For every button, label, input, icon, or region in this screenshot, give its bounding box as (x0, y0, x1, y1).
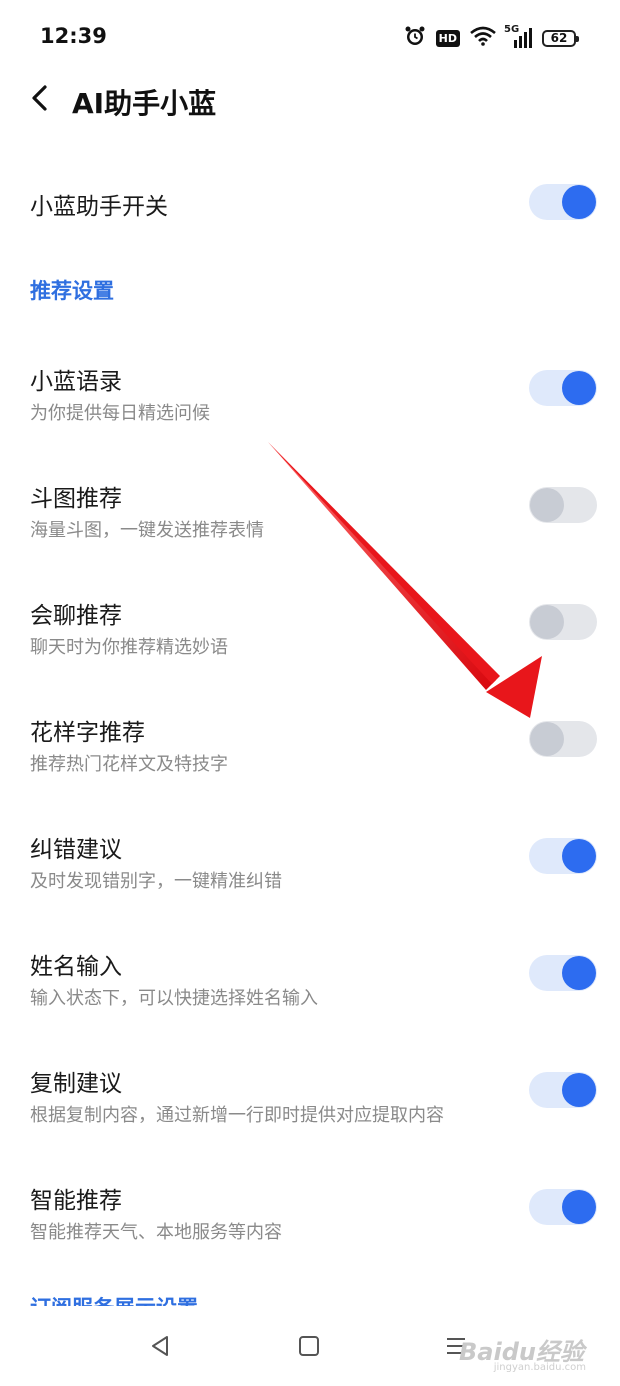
setting-title: 姓名输入 (30, 954, 122, 980)
setting-subtitle: 海量斗图，一键发送推荐表情 (30, 520, 264, 541)
setting-title: 斗图推荐 (30, 486, 122, 512)
setting-subtitle: 推荐热门花样文及特技字 (30, 754, 228, 775)
setting-title: 小蓝语录 (30, 369, 122, 395)
setting-title: 复制建议 (30, 1071, 122, 1097)
chevron-left-icon (30, 84, 50, 116)
toggle-knob (562, 185, 596, 219)
master-toggle-label: 小蓝助手开关 (30, 194, 168, 220)
back-button[interactable] (20, 80, 60, 120)
setting-row[interactable]: 纠错建议 及时发现错别字，一键精准纠错 (0, 820, 620, 900)
section-header-subscription: 订阅服务展示设置 (30, 1292, 198, 1306)
system-nav-bar: Baidu经验 jingyan.baidu.com (0, 1310, 620, 1386)
toggle-knob (530, 605, 564, 639)
setting-title: 会聊推荐 (30, 603, 122, 629)
status-bar: 12:39 HD 5G 62 (0, 0, 620, 76)
toggle-knob (530, 722, 564, 756)
section-header-recommend: 推荐设置 (30, 279, 114, 303)
page-title: AI助手小蓝 (72, 87, 217, 120)
toggle-knob (530, 488, 564, 522)
setting-toggle-switch[interactable] (529, 604, 597, 640)
title-bar: AI助手小蓝 (0, 76, 620, 126)
setting-title: 纠错建议 (30, 837, 122, 863)
setting-subtitle: 及时发现错别字，一键精准纠错 (30, 871, 282, 892)
setting-subtitle: 输入状态下，可以快捷选择姓名输入 (30, 988, 318, 1009)
setting-toggle-switch[interactable] (529, 721, 597, 757)
setting-row[interactable]: 姓名输入 输入状态下，可以快捷选择姓名输入 (0, 937, 620, 1017)
toggle-knob (562, 1190, 596, 1224)
setting-title: 花样字推荐 (30, 720, 145, 746)
back-triangle-icon (148, 1334, 172, 1362)
setting-subtitle: 聊天时为你推荐精选妙语 (30, 637, 228, 658)
toggle-knob (562, 1073, 596, 1107)
master-toggle-switch[interactable] (529, 184, 597, 220)
setting-subtitle: 智能推荐天气、本地服务等内容 (30, 1222, 282, 1243)
setting-row[interactable]: 小蓝语录 为你提供每日精选问候 (0, 352, 620, 432)
status-time: 12:39 (40, 24, 107, 48)
toggle-knob (562, 956, 596, 990)
setting-toggle-switch[interactable] (529, 838, 597, 874)
setting-toggle-switch[interactable] (529, 1189, 597, 1225)
setting-subtitle: 为你提供每日精选问候 (30, 403, 210, 424)
setting-toggle-switch[interactable] (529, 955, 597, 991)
setting-subtitle: 根据复制内容，通过新增一行即时提供对应提取内容 (30, 1105, 444, 1126)
battery-icon: 62 (542, 29, 579, 47)
hd-icon: HD (435, 29, 460, 47)
alarm-icon (404, 25, 426, 51)
toggle-knob (562, 371, 596, 405)
status-icons: HD 5G 62 (404, 24, 579, 52)
5g-signal-icon: 5G (504, 24, 532, 49)
setting-toggle-switch[interactable] (529, 1072, 597, 1108)
setting-row[interactable]: 斗图推荐 海量斗图，一键发送推荐表情 (0, 469, 620, 549)
setting-row[interactable]: 会聊推荐 聊天时为你推荐精选妙语 (0, 586, 620, 666)
setting-toggle-switch[interactable] (529, 487, 597, 523)
setting-toggle-switch[interactable] (529, 370, 597, 406)
setting-title: 智能推荐 (30, 1188, 122, 1214)
setting-row[interactable]: 花样字推荐 推荐热门花样文及特技字 (0, 703, 620, 783)
wifi-icon (470, 26, 496, 50)
home-square-icon (297, 1334, 321, 1362)
nav-home-button[interactable] (289, 1328, 329, 1368)
setting-row[interactable]: 复制建议 根据复制内容，通过新增一行即时提供对应提取内容 (0, 1054, 620, 1134)
toggle-knob (562, 839, 596, 873)
master-toggle-row[interactable]: 小蓝助手开关 (0, 170, 620, 234)
setting-row[interactable]: 智能推荐 智能推荐天气、本地服务等内容 (0, 1171, 620, 1251)
baidu-watermark-url: jingyan.baidu.com (493, 1362, 586, 1373)
nav-back-button[interactable] (140, 1328, 180, 1368)
